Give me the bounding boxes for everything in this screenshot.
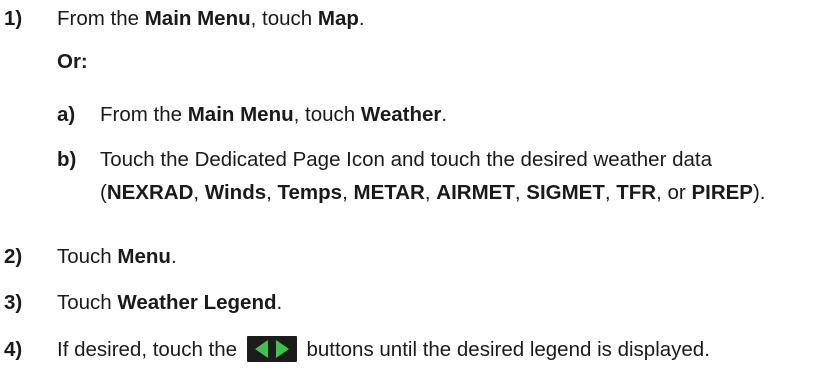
step-text: Touch the Dedicated Page Icon and touch … [100, 148, 766, 204]
step-text: From the Main Menu, touch Map. [57, 7, 365, 30]
step-text: From the Main Menu, touch Weather. [100, 103, 448, 126]
step-number: 4) [4, 338, 23, 361]
step-text: Touch Menu. [57, 245, 177, 268]
step-text: Touch Weather Legend. [57, 291, 283, 314]
step-number: 3) [4, 291, 23, 314]
left-right-arrow-buttons-icon [246, 335, 297, 362]
step-text: If desired, touch the buttons until the … [57, 333, 710, 367]
procedure-document: 1) From the Main Menu, touch Map. Or: a)… [0, 0, 818, 376]
step-number: a) [57, 103, 76, 126]
step-number: 2) [4, 245, 23, 268]
step-number: 1) [4, 7, 23, 30]
or-label: Or: [57, 50, 88, 73]
step-number: b) [57, 148, 77, 171]
